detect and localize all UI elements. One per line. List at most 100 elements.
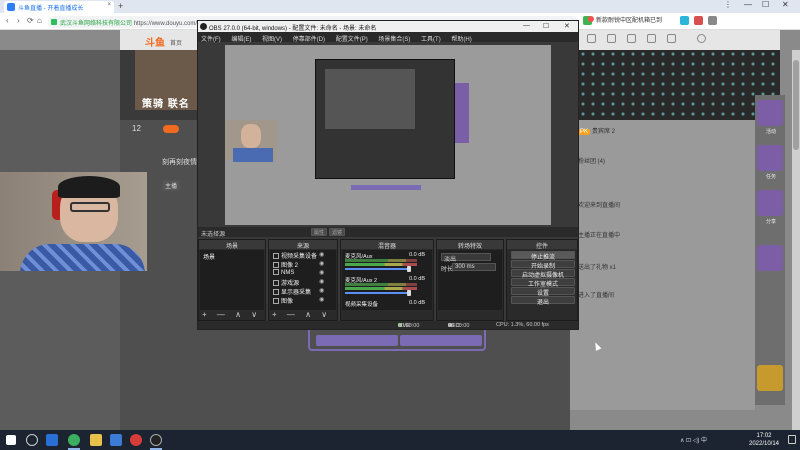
obs-preview[interactable] bbox=[225, 45, 551, 225]
menu-view[interactable]: 视图(V) bbox=[262, 37, 282, 43]
obs-close-button[interactable]: ✕ bbox=[564, 22, 570, 30]
close-window-button[interactable]: ✕ bbox=[782, 0, 789, 9]
secure-site-label: 武汉斗鱼网络科技有限公司 bbox=[60, 21, 133, 27]
source-row[interactable]: 显示器采集 ◉ bbox=[273, 287, 324, 296]
sources-dock: 来源 视频采集设备 ◉ 图像 2 ◉ NMS ◉ 游戏源 ◉ 显示器采集 ◉ 图像 ◉ + … bbox=[268, 239, 338, 321]
filters-button[interactable]: 滤镜 bbox=[329, 228, 345, 236]
menu-help[interactable]: 帮助(H) bbox=[451, 37, 471, 43]
forward-button[interactable]: › bbox=[17, 16, 20, 25]
volume-slider[interactable] bbox=[345, 268, 409, 270]
extension-icon-2[interactable] bbox=[680, 16, 689, 25]
rail-item-1[interactable] bbox=[757, 100, 783, 126]
follow-toggle[interactable] bbox=[163, 125, 179, 133]
studio-mode-button[interactable]: 工作室模式 bbox=[511, 278, 575, 288]
duration-input[interactable]: 300 ms bbox=[452, 263, 496, 271]
rail-item-2[interactable] bbox=[757, 145, 783, 171]
menu-docks[interactable]: 停靠部件(D) bbox=[293, 37, 325, 43]
virtual-camera-button[interactable]: 启动虚拟摄像机 bbox=[511, 269, 575, 279]
person-shirt bbox=[20, 244, 145, 271]
stop-streaming-button[interactable]: 停止推流 bbox=[511, 251, 575, 261]
header-icon-4[interactable] bbox=[640, 34, 662, 44]
taskbar-clock[interactable]: 17:02 2022/10/14 bbox=[744, 432, 784, 448]
webcam-overlay bbox=[0, 172, 147, 271]
chat-line: PK 贵宾席 2 bbox=[578, 129, 616, 135]
maximize-button[interactable]: ☐ bbox=[762, 0, 769, 9]
user-avatar[interactable] bbox=[690, 34, 712, 44]
obs-minimize-button[interactable]: — bbox=[523, 22, 530, 29]
browser-tab[interactable]: 斗鱼直播 - 开着直播成长 × bbox=[4, 1, 114, 13]
header-icon-3[interactable] bbox=[620, 34, 642, 44]
menu-edit[interactable]: 编辑(E) bbox=[231, 37, 251, 43]
menu-tools[interactable]: 工具(T) bbox=[421, 37, 441, 43]
stage-action-button-1[interactable] bbox=[316, 335, 398, 346]
sources-dock-title: 来源 bbox=[269, 240, 337, 250]
menu-file[interactable]: 文件(F) bbox=[201, 37, 221, 43]
minimize-button[interactable]: — bbox=[744, 0, 752, 9]
source-row[interactable]: 游戏源 ◉ bbox=[273, 278, 324, 287]
extension-icon-3[interactable] bbox=[694, 16, 703, 25]
obs-status-bar: LIVE: 00:00:00 REC: 00:00:00 CPU: 1.3%, … bbox=[198, 321, 578, 329]
search-icon[interactable] bbox=[26, 434, 38, 446]
lock-icon bbox=[51, 19, 57, 25]
obs-menu-bar: 文件(F) 编辑(E) 视图(V) 停靠部件(D) 配置文件(P) 场景集合(S… bbox=[198, 32, 578, 43]
rail-item-5[interactable] bbox=[757, 365, 783, 391]
scenes-dock-title: 场景 bbox=[199, 240, 265, 250]
transition-select[interactable]: 淡出 bbox=[441, 253, 491, 263]
nav-home-link[interactable]: 首页 bbox=[170, 38, 182, 47]
chat-line: 进入了直播间 bbox=[578, 293, 615, 299]
volume-slider[interactable] bbox=[345, 292, 409, 294]
menu-scene-collection[interactable]: 场景集合(S) bbox=[378, 37, 410, 43]
image-icon bbox=[273, 262, 279, 268]
notification-icon[interactable] bbox=[788, 435, 796, 444]
source-row[interactable]: 视频采集设备 ◉ bbox=[273, 251, 324, 260]
scene-item[interactable]: 场景 bbox=[203, 252, 215, 261]
header-icon-1[interactable] bbox=[580, 34, 602, 44]
app-icon-red[interactable] bbox=[130, 434, 142, 446]
back-button[interactable]: ‹ bbox=[6, 16, 9, 25]
stats-number: 12 bbox=[132, 124, 141, 133]
extension-icon-4[interactable] bbox=[708, 16, 717, 25]
browser-menu-icon[interactable]: ⋮ bbox=[724, 0, 732, 9]
system-tray[interactable]: ∧ ⊡ ◁) 中 bbox=[680, 435, 707, 444]
volume-knob[interactable] bbox=[407, 290, 411, 296]
explorer-icon[interactable] bbox=[90, 434, 102, 446]
visibility-eye-icon: ◉ bbox=[319, 252, 325, 258]
volume-meter bbox=[345, 283, 417, 286]
audio-icon bbox=[273, 269, 279, 275]
browser-taskbar-icon[interactable] bbox=[68, 434, 80, 446]
source-row[interactable]: 图像 2 ◉ bbox=[273, 260, 324, 269]
header-icon-2[interactable] bbox=[600, 34, 622, 44]
obs-maximize-button[interactable]: ☐ bbox=[543, 22, 549, 30]
tab-close-icon[interactable]: × bbox=[107, 2, 111, 8]
new-tab-button[interactable]: + bbox=[118, 1, 123, 11]
scrollbar-thumb[interactable] bbox=[793, 60, 799, 150]
bookmark-link[interactable]: 新款耐锐中区配机箱已到 bbox=[588, 15, 662, 24]
sources-dock-controls[interactable]: + — ∧ ∨ bbox=[269, 310, 337, 320]
header-icon-5[interactable] bbox=[660, 34, 682, 44]
home-button[interactable]: ⌂ bbox=[37, 16, 42, 25]
app-icon[interactable] bbox=[110, 434, 122, 446]
site-logo[interactable]: 斗鱼 bbox=[145, 34, 165, 49]
start-button[interactable] bbox=[6, 435, 16, 445]
scenes-dock-controls[interactable]: + — ∧ ∨ bbox=[199, 310, 265, 320]
menu-profile[interactable]: 配置文件(P) bbox=[336, 37, 368, 43]
start-recording-button[interactable]: 开始录制 bbox=[511, 260, 575, 270]
banner-text: 策骑 联名 bbox=[142, 99, 190, 110]
source-row[interactable]: NMS ◉ bbox=[273, 269, 324, 277]
volume-meter bbox=[345, 259, 417, 262]
properties-button[interactable]: 属性 bbox=[311, 228, 327, 236]
settings-button[interactable]: 设置 bbox=[511, 287, 575, 297]
visibility-eye-icon: ◉ bbox=[319, 261, 325, 267]
exit-button[interactable]: 退出 bbox=[511, 296, 575, 306]
stage-action-button-2[interactable] bbox=[400, 335, 482, 346]
cpu-status: CPU: 1.3%, 60.00 fps bbox=[496, 322, 549, 328]
image-icon bbox=[273, 298, 279, 304]
taskview-icon[interactable] bbox=[46, 434, 58, 446]
volume-knob[interactable] bbox=[407, 266, 411, 272]
rail-item-3[interactable] bbox=[757, 190, 783, 216]
clock-time: 17:02 bbox=[756, 433, 772, 439]
source-row[interactable]: 图像 ◉ bbox=[273, 296, 324, 305]
rail-item-4[interactable] bbox=[757, 245, 783, 271]
obs-taskbar-icon[interactable] bbox=[150, 434, 162, 446]
reload-button[interactable]: ⟳ bbox=[27, 16, 34, 25]
